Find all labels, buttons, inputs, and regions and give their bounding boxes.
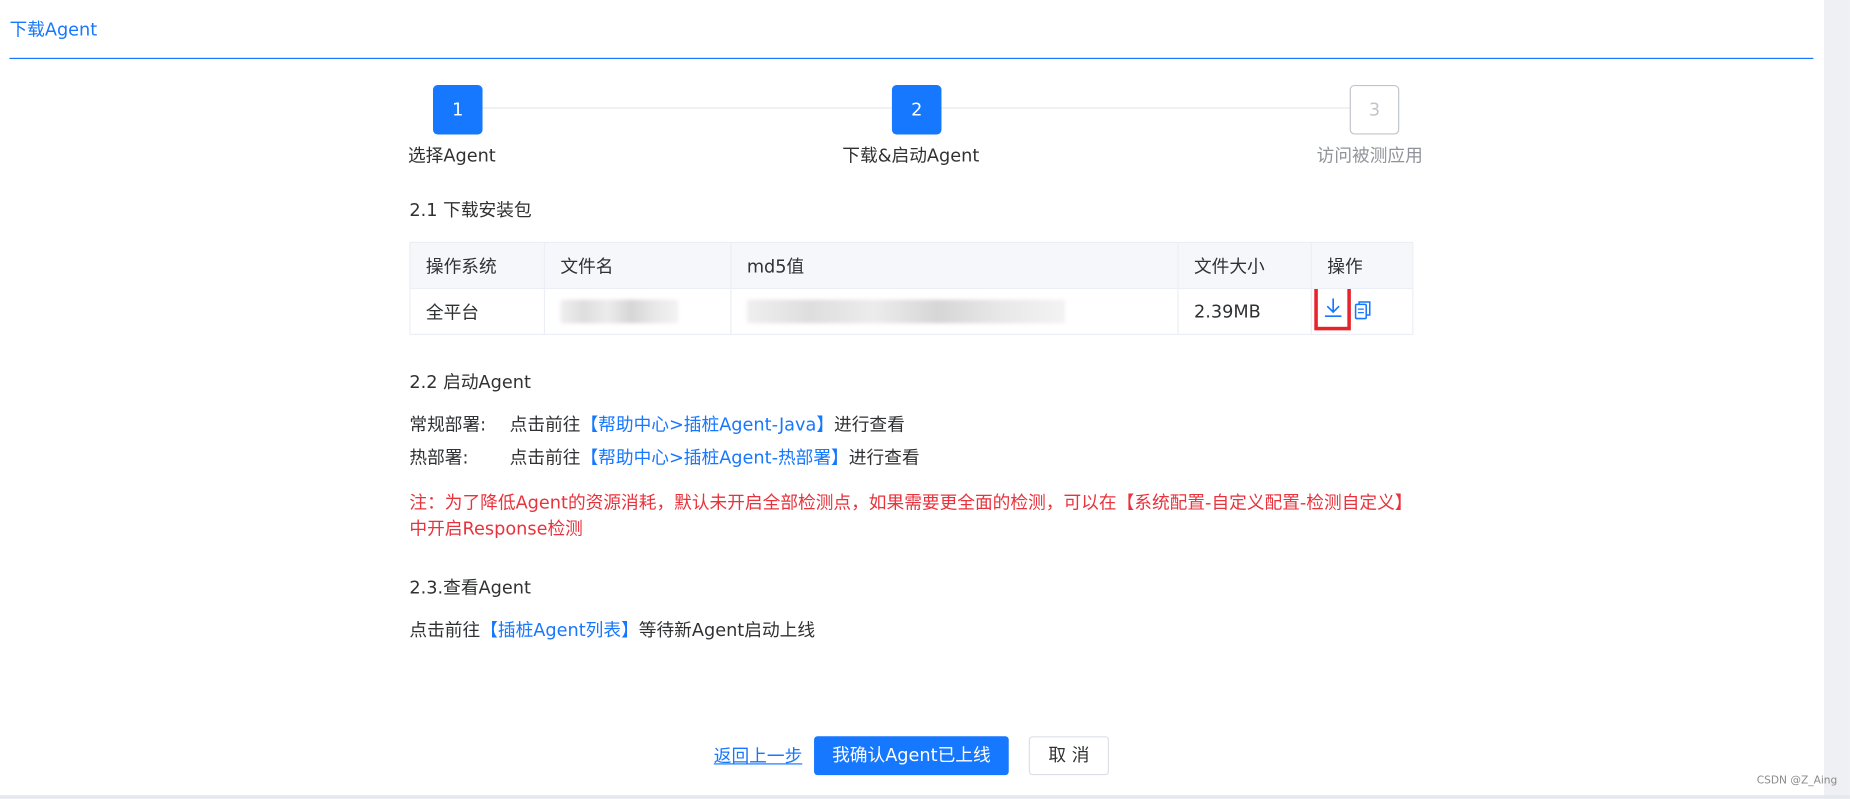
step-connector-1 [482, 107, 892, 109]
cell-md5 [730, 287, 1179, 336]
view-agent-text: 点击前往【插桩Agent列表】等待新Agent启动上线 [409, 617, 815, 642]
detection-note-line-1: 注：为了降低Agent的资源消耗，默认未开启全部检测点，如果需要更全面的检测，可… [409, 491, 1413, 514]
agent-list-link[interactable]: 【插桩Agent列表】 [480, 619, 639, 640]
redacted-filename [560, 299, 679, 324]
copy-button[interactable] [1354, 301, 1371, 320]
confirm-online-button[interactable]: 我确认Agent已上线 [814, 736, 1009, 776]
column-header-size: 文件大小 [1177, 241, 1312, 290]
bottom-edge [0, 795, 1850, 799]
regular-deploy-prefix: 点击前往 [509, 414, 581, 436]
regular-deploy-label: 常规部署: [409, 414, 487, 436]
step-2-label: 下载&启动Agent [842, 145, 980, 167]
regular-deploy-suffix: 进行查看 [834, 414, 905, 436]
column-header-filename: 文件名 [543, 241, 732, 290]
hot-deploy-prefix: 点击前往 [509, 447, 581, 469]
step-3-number: 3 [1349, 84, 1400, 135]
download-table: 操作系统 文件名 md5值 文件大小 操作 全平台 2.39MB [409, 241, 1414, 336]
step-3-label: 访问被测应用 [1316, 145, 1423, 167]
detection-note: 注：为了降低Agent的资源消耗，默认未开启全部检测点，如果需要更全面的检测，可… [409, 490, 1412, 542]
view-section-title: 2.3.查看Agent [409, 576, 531, 599]
view-agent-prefix: 点击前往 [409, 619, 481, 641]
hot-deploy-text: 点击前往【帮助中心>插桩Agent-热部署】进行查看 [510, 445, 920, 470]
step-2-number: 2 [891, 84, 942, 135]
view-agent-suffix: 等待新Agent启动上线 [638, 619, 816, 641]
page-title: 下载Agent [9, 18, 98, 41]
column-header-os: 操作系统 [409, 241, 546, 290]
table-row: 全平台 2.39MB [409, 287, 1414, 336]
cell-file-size: 2.39MB [1177, 287, 1312, 336]
copy-icon [1354, 301, 1371, 320]
cell-os: 全平台 [409, 287, 546, 336]
cancel-button[interactable]: 取 消 [1028, 736, 1110, 776]
table-header-row: 操作系统 文件名 md5值 文件大小 操作 [409, 241, 1414, 290]
hot-deploy-suffix: 进行查看 [848, 447, 920, 469]
cell-actions [1310, 287, 1414, 336]
download-icon [1324, 297, 1341, 317]
download-section-title: 2.1 下载安装包 [409, 199, 532, 221]
cell-filename [543, 287, 732, 336]
column-header-action: 操作 [1310, 241, 1414, 290]
help-center-hot-deploy-link[interactable]: 【帮助中心>插桩Agent-热部署】 [580, 447, 848, 468]
start-section-title: 2.2 启动Agent [409, 371, 531, 393]
page: 下载Agent 1 2 3 选择Agent 下载&启动Agent 访问被测应用 … [0, 0, 1850, 799]
column-header-md5: md5值 [730, 241, 1179, 290]
regular-deploy-text: 点击前往【帮助中心>插桩Agent-Java】进行查看 [510, 412, 905, 437]
step-1-number: 1 [432, 84, 483, 135]
watermark: CSDN @Z_Aing [1756, 775, 1838, 787]
back-button[interactable]: 返回上一步 [714, 743, 803, 768]
redacted-md5 [746, 299, 1066, 324]
help-center-java-link[interactable]: 【帮助中心>插桩Agent-Java】 [580, 414, 834, 435]
detection-note-line-2: 中开启Response检测 [409, 517, 583, 540]
step-connector-2 [941, 107, 1350, 109]
header-divider [9, 57, 1814, 59]
hot-deploy-label: 热部署: [409, 447, 469, 469]
step-1-label: 选择Agent [407, 145, 496, 167]
download-button[interactable] [1314, 289, 1351, 331]
right-scroll-area [1823, 0, 1850, 799]
